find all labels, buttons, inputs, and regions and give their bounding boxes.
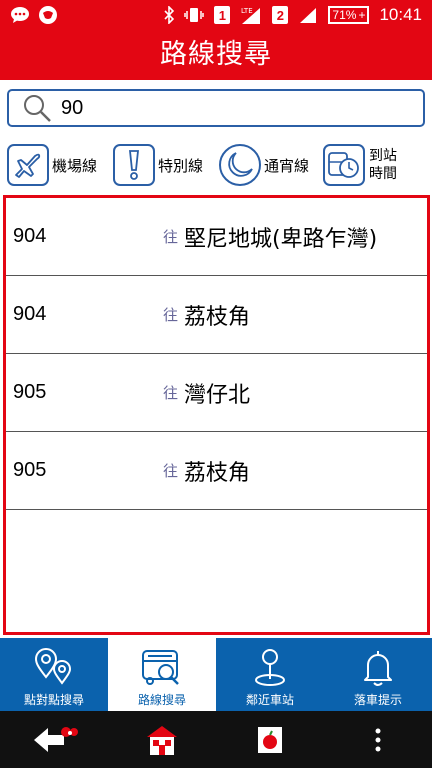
page-title: 路線搜尋	[0, 30, 432, 80]
network-type: LTE	[241, 7, 253, 15]
moon-icon	[219, 144, 262, 186]
battery-indicator: 71% +	[328, 6, 370, 24]
route-number: 904	[13, 303, 47, 325]
tab-nearby-stops[interactable]: 鄰近車站	[216, 638, 324, 711]
search-input[interactable]	[59, 95, 383, 121]
filter-arrival-time-label: 到站 時間	[369, 147, 397, 183]
route-destination: 荔枝角	[184, 460, 251, 486]
route-number: 905	[13, 459, 47, 481]
filter-airport[interactable]: 機場線	[7, 140, 97, 190]
filter-arrival-label-line2: 時間	[369, 166, 398, 182]
chat-icon	[11, 7, 29, 23]
recents-apple-icon	[258, 726, 282, 753]
bell-icon	[364, 651, 392, 686]
home-house-icon	[147, 725, 177, 755]
sim1-badge: 1	[214, 6, 231, 24]
tab-alight-alert[interactable]: 落車提示	[324, 638, 432, 711]
bluetooth-icon	[164, 6, 175, 24]
route-results-list: 904 往 堅尼地城(卑路乍灣) 904 往 荔枝角 905 往 灣仔北 905…	[3, 195, 430, 635]
filter-arrival-time[interactable]: 到站 時間	[323, 140, 397, 190]
filter-special[interactable]: 特別線	[113, 140, 203, 190]
direction-label: 往	[163, 228, 179, 246]
bus-search-icon	[142, 650, 179, 685]
filter-special-label: 特別線	[158, 156, 204, 175]
notification-app-icon	[39, 6, 57, 24]
route-row[interactable]: 904 往 荔枝角	[6, 276, 427, 354]
more-options-button[interactable]	[353, 720, 403, 760]
route-number: 905	[13, 381, 47, 403]
filter-arrival-label-line1: 到站	[369, 148, 398, 164]
back-arrow-icon	[34, 726, 78, 752]
tab-alight-alert-label: 落車提示	[353, 693, 402, 707]
route-type-filters: 機場線 特別線 通宵線 到站時間	[0, 140, 432, 190]
exclamation-icon	[113, 144, 156, 186]
bottom-tab-bar: 點對點搜尋 路線搜尋 鄰近車站 落車提示	[0, 638, 432, 711]
route-destination: 荔枝角	[184, 304, 251, 330]
filter-overnight[interactable]: 通宵線	[219, 140, 309, 190]
route-destination: 灣仔北	[184, 382, 251, 408]
signal-icon	[300, 8, 317, 23]
battery-level: 71%	[332, 8, 357, 22]
filter-airport-label: 機場線	[52, 156, 98, 175]
search-box[interactable]	[7, 89, 425, 127]
status-bar-system: 1 LTE 2 71% + 10:41	[164, 5, 422, 25]
map-pins-icon	[34, 648, 72, 685]
route-row[interactable]: 905 往 荔枝角	[6, 432, 427, 510]
airplane-icon	[7, 144, 49, 186]
route-number: 904	[13, 225, 47, 247]
home-button[interactable]	[137, 720, 187, 760]
sim2-badge: 2	[272, 6, 289, 24]
search-icon	[24, 95, 51, 122]
tab-nearby-stops-label: 鄰近車站	[245, 693, 294, 707]
back-button[interactable]	[29, 720, 79, 760]
clock: 10:41	[379, 5, 422, 24]
direction-label: 往	[163, 462, 179, 480]
route-destination: 堅尼地城(卑路乍灣)	[184, 226, 378, 252]
signal-lte-icon: LTE	[241, 7, 261, 24]
status-bar-notifications	[10, 5, 58, 25]
charging-icon: +	[358, 8, 366, 22]
tab-route-search-label: 路線搜尋	[137, 693, 186, 707]
route-row[interactable]: 904 往 堅尼地城(卑路乍灣)	[6, 198, 427, 276]
tab-point-to-point[interactable]: 點對點搜尋	[0, 638, 108, 711]
location-pin-icon	[255, 649, 285, 686]
bus-clock-icon	[323, 144, 366, 186]
more-vertical-icon	[375, 728, 381, 751]
system-nav-bar	[0, 711, 432, 768]
tab-point-to-point-label: 點對點搜尋	[23, 693, 84, 707]
recents-button[interactable]	[245, 720, 295, 760]
vibrate-icon	[184, 8, 205, 22]
status-bar: 1 LTE 2 71% + 10:41	[0, 0, 432, 30]
direction-label: 往	[163, 384, 179, 402]
route-row[interactable]: 905 往 灣仔北	[6, 354, 427, 432]
tab-route-search[interactable]: 路線搜尋	[108, 638, 216, 711]
direction-label: 往	[163, 306, 179, 324]
filter-overnight-label: 通宵線	[264, 156, 310, 175]
